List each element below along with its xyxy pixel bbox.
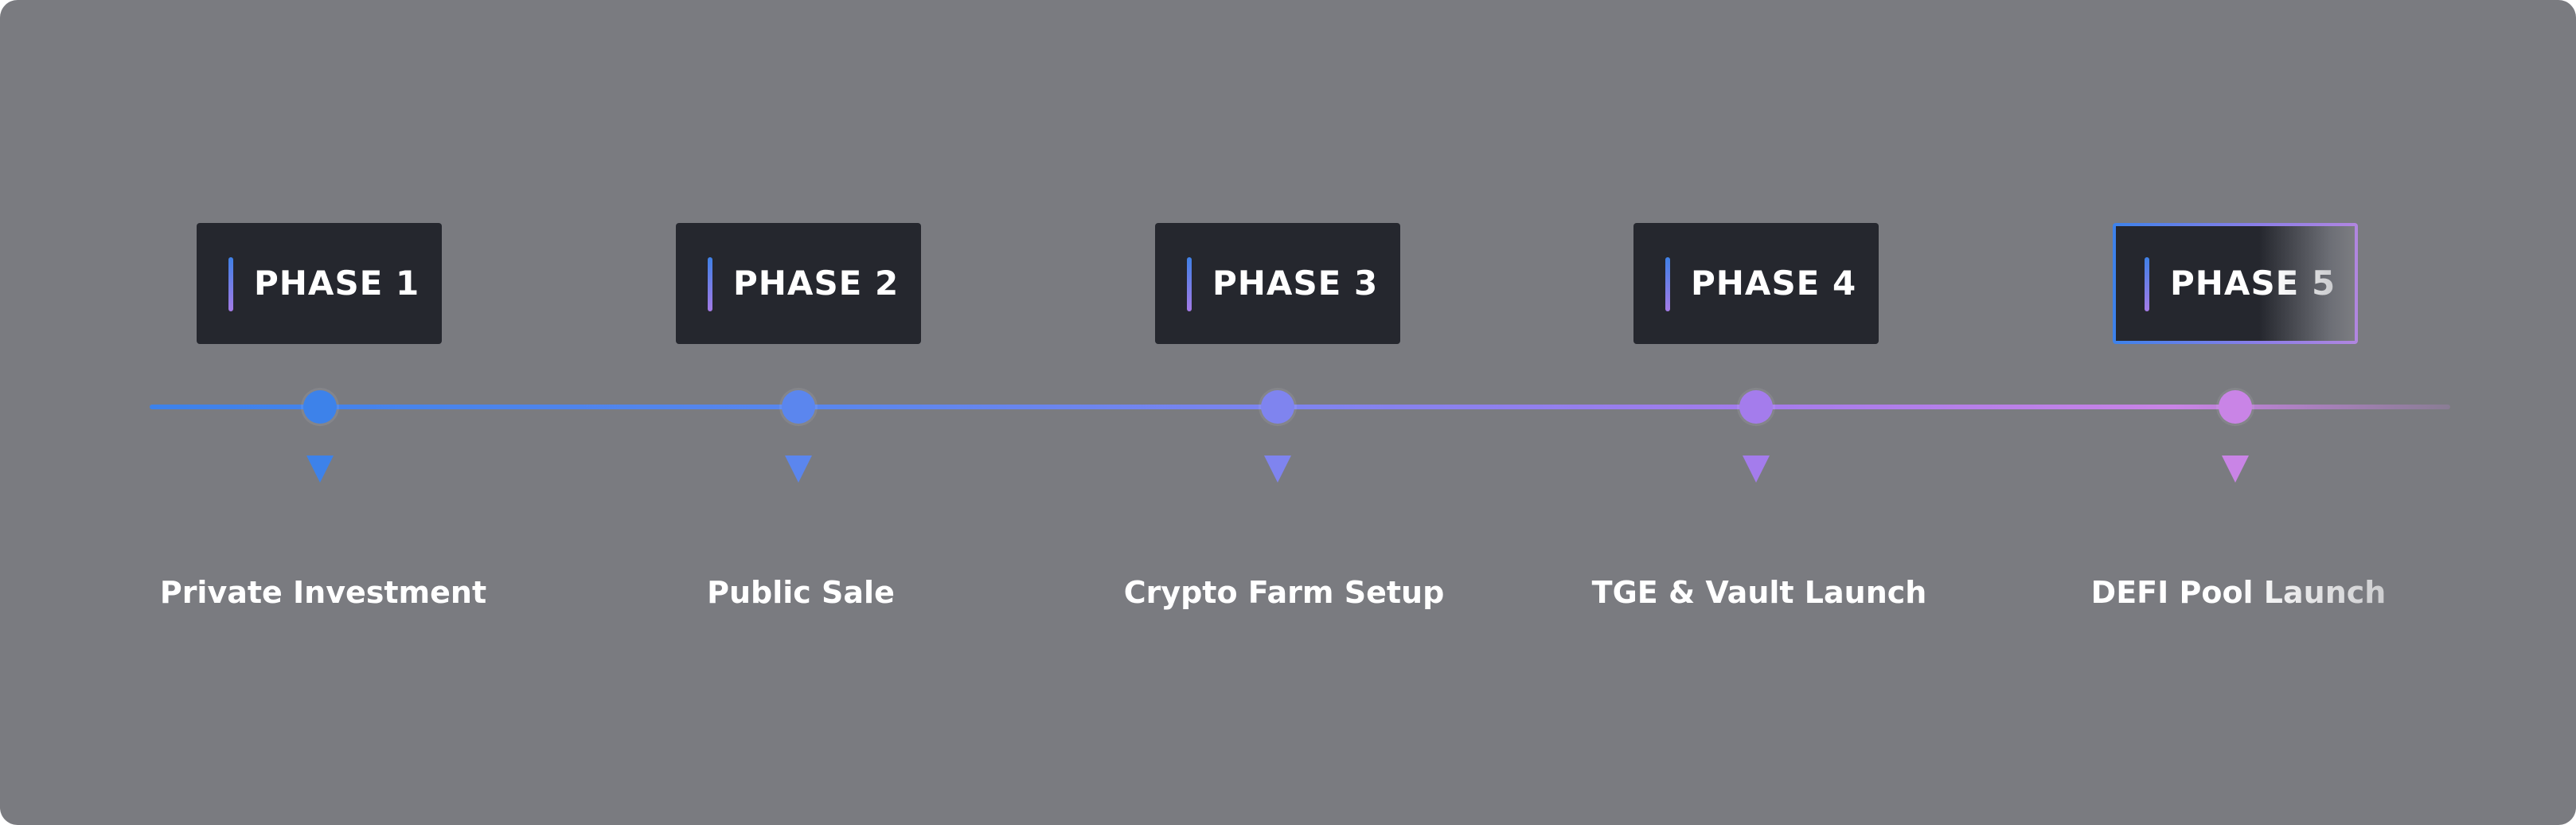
phase-3-name: Crypto Farm Setup xyxy=(1123,575,1445,610)
phase-4-arrow-icon xyxy=(1743,456,1770,483)
phase-4-dot[interactable] xyxy=(1739,390,1773,424)
phase-4-name: TGE & Vault Launch xyxy=(1591,575,1927,610)
phase-1-name: Private Investment xyxy=(159,575,487,610)
phase-2-label: PHASE 2 xyxy=(733,264,900,303)
phase-5-dot[interactable] xyxy=(2219,390,2252,424)
phase-2-card[interactable]: PHASE 2 xyxy=(676,223,921,344)
phase-2-dot[interactable] xyxy=(782,390,815,424)
phase-accent-bar xyxy=(1665,257,1670,311)
phase-1-arrow-icon xyxy=(306,456,334,483)
phase-3-card[interactable]: PHASE 3 xyxy=(1155,223,1400,344)
phase-2-arrow-icon xyxy=(785,456,812,483)
phase-1-label: PHASE 1 xyxy=(254,264,420,303)
phase-1: PHASE 1 Private Investment xyxy=(97,0,543,825)
phase-3-dot[interactable] xyxy=(1261,390,1294,424)
phase-3-label: PHASE 3 xyxy=(1212,264,1379,303)
phase-3: PHASE 3 Crypto Farm Setup xyxy=(1054,0,1500,825)
phase-5: PHASE 5 DEFI Pool Launch xyxy=(2012,0,2458,825)
phase-accent-bar xyxy=(2145,257,2149,311)
phase-2: PHASE 2 Public Sale xyxy=(576,0,1021,825)
phase-3-arrow-icon xyxy=(1264,456,1291,483)
phase-5-arrow-icon xyxy=(2222,456,2249,483)
phase-accent-bar xyxy=(708,257,712,311)
roadmap-canvas: PHASE 1 Private Investment PHASE 2 Publi… xyxy=(0,0,2576,825)
phase-2-name: Public Sale xyxy=(707,575,895,610)
phase-5-label: PHASE 5 xyxy=(2170,260,2336,307)
phase-accent-bar xyxy=(1187,257,1192,311)
phase-5-name: DEFI Pool Launch xyxy=(2016,570,2461,615)
phase-accent-bar xyxy=(228,257,233,311)
phase-4: PHASE 4 TGE & Vault Launch xyxy=(1533,0,1979,825)
phase-1-card[interactable]: PHASE 1 xyxy=(197,223,442,344)
phase-1-dot[interactable] xyxy=(303,390,337,424)
phase-4-label: PHASE 4 xyxy=(1691,264,1857,303)
phase-5-card[interactable]: PHASE 5 xyxy=(2113,223,2358,344)
phase-4-card[interactable]: PHASE 4 xyxy=(1633,223,1879,344)
